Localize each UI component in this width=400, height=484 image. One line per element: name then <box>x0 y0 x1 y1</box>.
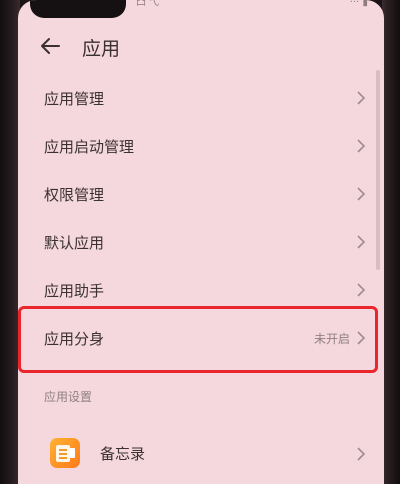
chevron-right-icon <box>356 282 366 298</box>
menu-item-label: 应用分身 <box>44 329 105 348</box>
phone-screen: 凸 弋 ··· ▮ 应用 应用管理 应用启动管理 权限管理 默认应用 应用助手 … <box>18 0 384 484</box>
chevron-right-icon <box>356 446 366 462</box>
menu-item-label: 应用管理 <box>44 89 105 108</box>
app-twin-status: 未开启 <box>313 331 350 346</box>
menu-item-label: 权限管理 <box>44 185 105 204</box>
status-bar-left: 凸 弋 <box>136 0 160 8</box>
menu-item-label: 应用启动管理 <box>44 137 135 156</box>
notepad-icon <box>50 438 80 468</box>
back-button[interactable] <box>36 32 64 60</box>
app-item-notes[interactable]: 备忘录 <box>18 426 384 482</box>
menu-item-app-assistant[interactable]: 应用助手 <box>18 266 384 314</box>
page-title: 应用 <box>82 38 121 60</box>
phone-bezel-right <box>382 0 400 484</box>
settings-list: 应用管理 应用启动管理 权限管理 默认应用 应用助手 应用分身 未开启 <box>18 74 384 362</box>
section-header-app-settings: 应用设置 <box>44 390 93 404</box>
chevron-right-icon <box>356 90 366 106</box>
menu-item-app-management[interactable]: 应用管理 <box>18 74 384 122</box>
menu-item-label: 默认应用 <box>44 233 105 252</box>
camera-cutout <box>30 0 126 18</box>
chevron-right-icon <box>356 234 366 250</box>
menu-item-app-twin[interactable]: 应用分身 未开启 <box>18 314 384 362</box>
menu-item-app-launch-management[interactable]: 应用启动管理 <box>18 122 384 170</box>
menu-item-default-apps[interactable]: 默认应用 <box>18 218 384 266</box>
back-arrow-icon <box>41 38 60 54</box>
chevron-right-icon <box>356 138 366 154</box>
phone-bezel-left <box>0 0 20 484</box>
menu-item-permission-management[interactable]: 权限管理 <box>18 170 384 218</box>
status-bar-right: ··· ▮ <box>349 0 368 8</box>
menu-item-label: 应用助手 <box>44 281 105 300</box>
app-header: 应用 <box>18 26 384 66</box>
chevron-right-icon <box>356 330 366 346</box>
chevron-right-icon <box>356 186 366 202</box>
app-item-label: 备忘录 <box>100 445 146 463</box>
